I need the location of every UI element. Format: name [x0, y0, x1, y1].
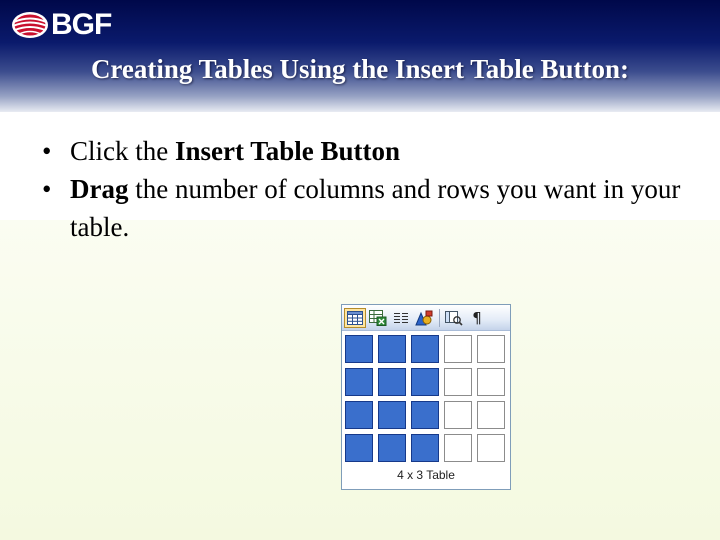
grid-cell-selected[interactable]: [411, 368, 439, 396]
grid-cell-selected[interactable]: [345, 434, 373, 462]
grid-cell-selected[interactable]: [411, 335, 439, 363]
bullet-bold-text: Drag: [70, 174, 129, 204]
show-hide-formatting-button[interactable]: ¶: [466, 308, 488, 328]
grid-cell[interactable]: [444, 335, 472, 363]
insert-table-button[interactable]: [344, 307, 366, 328]
globe-logo-icon: [12, 12, 48, 38]
grid-cell[interactable]: [477, 368, 505, 396]
bullet-text: the number of columns and rows you want …: [70, 174, 681, 242]
slide-title: Creating Tables Using the Insert Table B…: [90, 54, 630, 84]
bullet-dot: •: [42, 136, 52, 166]
pilcrow-icon: ¶: [472, 308, 482, 327]
bullet-list: • Click the Insert Table Button • Drag the…: [42, 132, 682, 246]
drawing-icon: [415, 310, 433, 325]
bullet-bold-text: Insert Table Button: [174, 136, 401, 166]
table-size-grid[interactable]: [345, 335, 508, 463]
grid-cell[interactable]: [477, 434, 505, 462]
insert-excel-worksheet-button[interactable]: [367, 308, 389, 328]
grid-cell-selected[interactable]: [378, 401, 406, 429]
grid-cell[interactable]: [444, 368, 472, 396]
columns-button[interactable]: [390, 308, 412, 328]
grid-cell-selected[interactable]: [411, 434, 439, 462]
bullet-text: Click the: [70, 136, 175, 166]
grid-cell[interactable]: [444, 434, 472, 462]
grid-cell-selected[interactable]: [345, 368, 373, 396]
picker-toolbar: ¶: [342, 305, 510, 331]
columns-icon: [394, 312, 408, 323]
grid-cell[interactable]: [444, 401, 472, 429]
grid-cell[interactable]: [477, 401, 505, 429]
toolbar-separator: [439, 308, 440, 327]
bgf-logo: BGF: [10, 8, 112, 42]
document-map-icon: [445, 310, 463, 326]
table-size-label: 4 x 3 Table: [397, 468, 455, 482]
slide-header: BGF Creating Tables Using the Insert Tab…: [0, 0, 720, 112]
grid-cell-selected[interactable]: [378, 368, 406, 396]
grid-cell[interactable]: [477, 335, 505, 363]
insert-table-icon: [347, 310, 363, 325]
logo-text: BGF: [51, 8, 112, 41]
grid-cell-selected[interactable]: [345, 401, 373, 429]
grid-cell-selected[interactable]: [411, 401, 439, 429]
drawing-button[interactable]: [413, 308, 435, 328]
grid-cell-selected[interactable]: [378, 335, 406, 363]
grid-cell-selected[interactable]: [345, 335, 373, 363]
bullet-dot: •: [42, 174, 52, 204]
document-map-button[interactable]: [443, 308, 465, 328]
bullet-item: • Click the Insert Table Button: [42, 132, 682, 170]
bullet-item: • Drag the number of columns and rows you…: [42, 170, 682, 246]
insert-table-picker[interactable]: ¶ 4 x 3 Table: [341, 304, 511, 490]
insert-excel-worksheet-icon: [369, 309, 387, 326]
grid-cell-selected[interactable]: [378, 434, 406, 462]
